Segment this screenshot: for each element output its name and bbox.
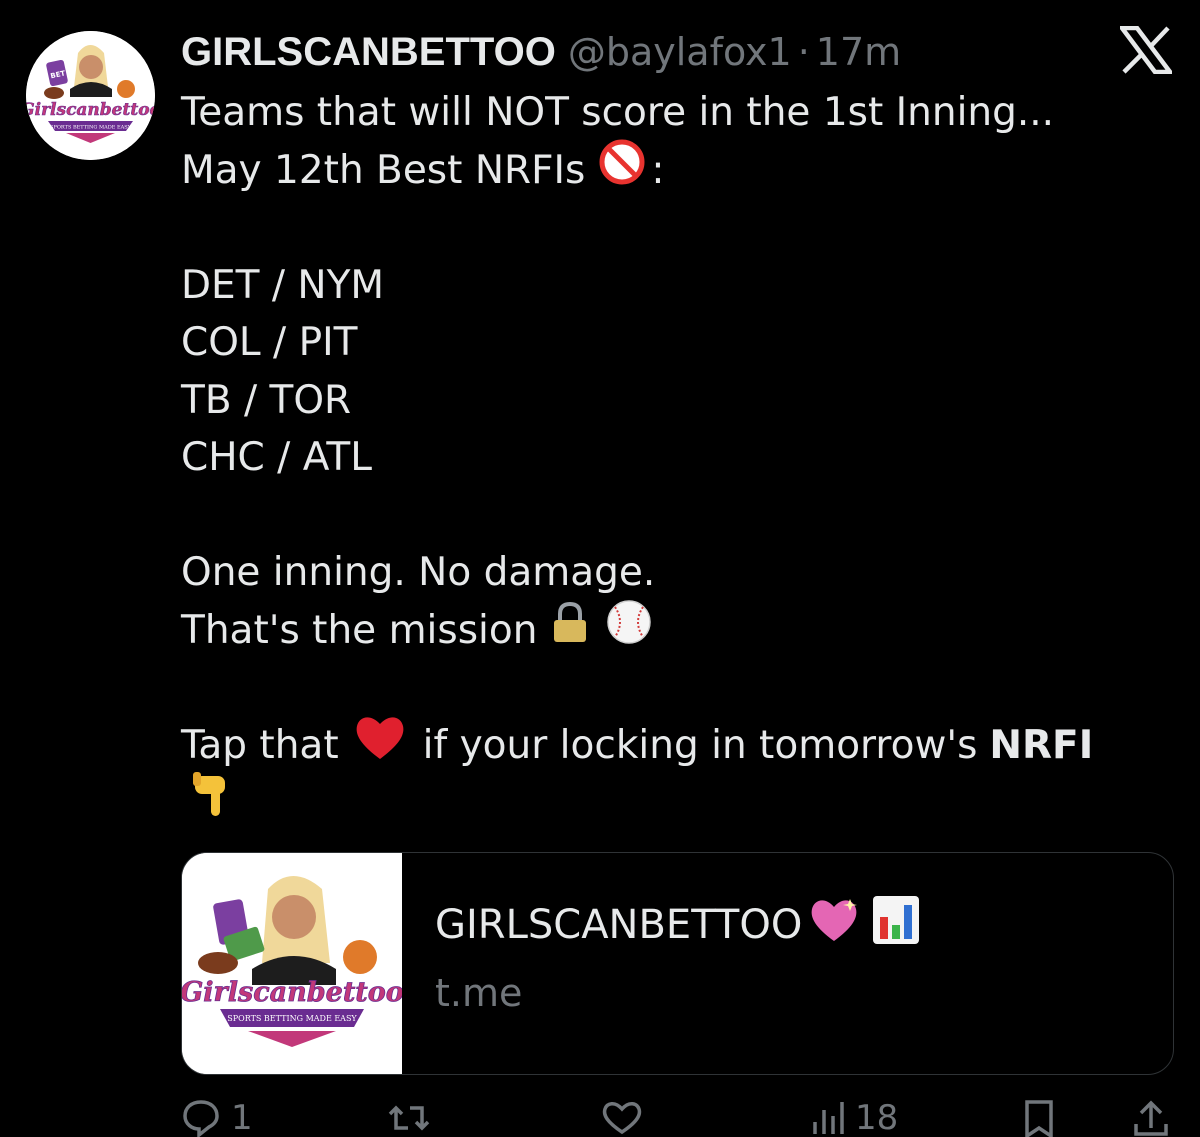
share-button[interactable] <box>1131 1098 1171 1137</box>
close-icon[interactable] <box>1117 25 1175 75</box>
no-entry-emoji-icon <box>599 139 645 202</box>
like-button[interactable] <box>599 1098 645 1137</box>
views-icon <box>811 1098 847 1137</box>
text-line-7: One inning. No damage. <box>181 550 656 595</box>
text-line-1: Teams that will NOT score in the 1st Inn… <box>181 90 1055 135</box>
baseball-emoji-icon <box>605 598 653 663</box>
views-count: 18 <box>855 1098 899 1137</box>
header-separator: · <box>797 30 810 74</box>
views-button[interactable]: 18 <box>811 1098 898 1137</box>
link-card-title-row: GIRLSCANBETTOO <box>435 895 920 955</box>
avatar-tagline: SPORTS BETTING MADE EASY <box>50 125 132 131</box>
red-heart-emoji-icon <box>353 713 407 778</box>
bookmark-icon <box>1021 1098 1057 1137</box>
retweet-button[interactable] <box>386 1098 432 1137</box>
matchup-2: COL / PIT <box>181 320 358 365</box>
text-line-9-bold: NRFI <box>989 722 1094 768</box>
girlscanbettoo-logo: BET Girlscanbettoo SPORTS BETTING MADE E… <box>26 31 155 160</box>
bookmark-button[interactable] <box>1021 1098 1057 1137</box>
matchup-3: TB / TOR <box>181 377 352 423</box>
reply-button[interactable]: 1 <box>181 1098 253 1137</box>
link-card-thumbnail: Girlscanbettoo SPORTS BETTING MADE EASY <box>182 853 404 1074</box>
matchup-1: DET / NYM <box>181 262 385 308</box>
profile-avatar[interactable]: BET Girlscanbettoo SPORTS BETTING MADE E… <box>26 31 155 160</box>
tweet-header: GIRLSCANBETTOO @baylafox1 · 17m <box>181 24 901 80</box>
point-down-emoji-icon <box>191 770 231 837</box>
bar-chart-emoji-icon <box>872 895 920 955</box>
user-handle[interactable]: @baylafox1 <box>568 30 792 74</box>
text-line-8: That's the mission <box>181 607 538 653</box>
matchup-4: CHC / ATL <box>181 435 372 480</box>
sparkling-heart-emoji-icon <box>806 895 862 955</box>
share-icon <box>1131 1098 1171 1137</box>
card-tagline: SPORTS BETTING MADE EASY <box>227 1014 357 1023</box>
lock-emoji-icon <box>547 599 593 662</box>
link-preview-card[interactable]: Girlscanbettoo SPORTS BETTING MADE EASY … <box>181 852 1174 1075</box>
reply-icon <box>181 1098 221 1137</box>
link-card-domain: t.me <box>435 971 523 1015</box>
text-line-9b: if your locking in tomorrow's <box>422 722 978 768</box>
avatar-brand-text: Girlscanbettoo <box>26 100 155 120</box>
retweet-icon <box>386 1098 432 1137</box>
display-name[interactable]: GIRLSCANBETTOO <box>181 30 556 75</box>
tweet-actions-bar: 1 18 <box>181 1098 1181 1137</box>
girlscanbettoo-logo-large: Girlscanbettoo SPORTS BETTING MADE EASY <box>182 853 404 1074</box>
heart-icon <box>599 1098 645 1137</box>
text-line-2: May 12th Best NRFIs <box>181 147 586 193</box>
link-card-title: GIRLSCANBETTOO <box>435 902 803 948</box>
card-brand-text: Girlscanbettoo <box>182 977 402 1008</box>
text-line-9a: Tap that <box>181 722 339 768</box>
tweet-text: Teams that will NOT score in the 1st Inn… <box>181 84 1093 832</box>
reply-count: 1 <box>231 1098 253 1137</box>
text-line-2-suffix: : <box>651 147 665 193</box>
tweet-timestamp[interactable]: 17m <box>816 30 901 74</box>
